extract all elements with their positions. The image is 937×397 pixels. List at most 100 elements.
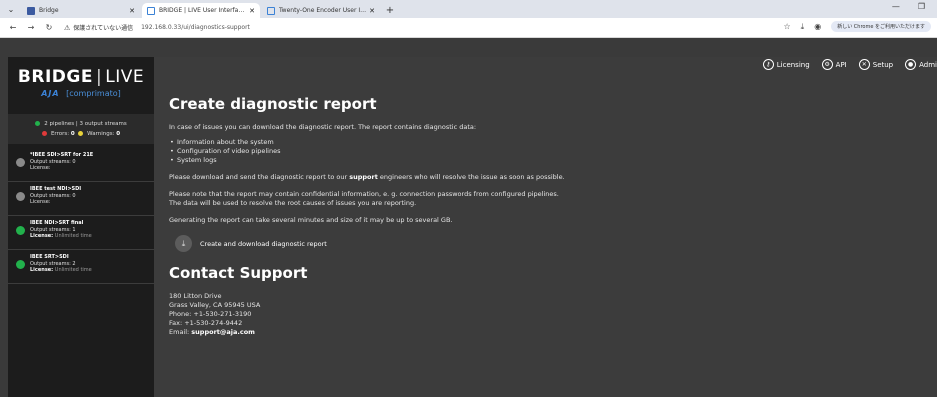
license-label: License: [30, 199, 51, 205]
forward-icon[interactable]: → [24, 23, 38, 32]
close-tab-icon[interactable]: ✕ [369, 7, 375, 15]
system-status: 2 pipelines | 3 output streams Errors: 0… [8, 114, 154, 144]
list-item: Information about the system [169, 138, 909, 147]
warnings-count: 0 [116, 131, 121, 137]
diagnostic-data-list: Information about the system Configurati… [169, 138, 909, 165]
profile-icon[interactable]: ◉ [814, 22, 821, 31]
main-content: ⚷ Licensing ⚙ API ✕ Setup ● Admi Create … [154, 57, 937, 397]
pipeline-license: License: [30, 199, 154, 206]
download-icon[interactable]: ⤓ [801, 22, 805, 32]
browser-toolbar: ← → ↻ ⚠ 保護されていない通信 192.168.0.33/ui/diagn… [0, 18, 937, 38]
pipeline-state-indicator [16, 158, 25, 167]
license-value: Unlimited time [54, 233, 92, 239]
nav-api-label: API [835, 60, 847, 69]
reload-icon[interactable]: ↻ [42, 23, 56, 32]
new-tab-button[interactable]: + [382, 3, 398, 18]
address-bar[interactable]: ⚠ 保護されていない通信 192.168.0.33/ui/diagnostics… [64, 23, 250, 33]
diagnostics-section: Create diagnostic report In case of issu… [169, 95, 909, 337]
errors-count: 0 [70, 131, 75, 137]
usage-note: The data will be used to resolve the roo… [169, 199, 417, 207]
top-navigation: ⚷ Licensing ⚙ API ✕ Setup ● Admi [762, 59, 937, 70]
pipeline-license: License: Unlimited time [30, 233, 154, 240]
warning-icon[interactable]: ⚠ [64, 24, 70, 32]
list-item: Configuration of video pipelines [169, 147, 909, 156]
pipeline-item[interactable]: *IBEE SDI>SRT for 21E Output streams: 0 … [8, 148, 154, 182]
pipeline-state-indicator [16, 226, 25, 235]
bridge-live-logo[interactable]: BRIDGE | LIVE AJA [comprimato] [8, 67, 154, 98]
back-icon[interactable]: ← [6, 23, 20, 32]
nav-setup[interactable]: ✕ Setup [858, 59, 894, 70]
pipeline-summary-text: 2 pipelines | 3 output streams [44, 121, 127, 127]
license-icon: ⚷ [762, 59, 774, 70]
nav-admin-label: Admi [919, 60, 937, 69]
page-title: Create diagnostic report [169, 95, 377, 113]
browser-tab-bridge-live[interactable]: BRIDGE | LIVE User Interface - C ✕ [142, 3, 260, 18]
phone: Phone: +1-530-271-3190 [169, 310, 252, 318]
send-text-post: engineers who will resolve the issue as … [377, 173, 565, 181]
errors-label: Errors: [50, 131, 70, 137]
browser-tab-bridge[interactable]: Bridge ✕ [22, 3, 140, 18]
chrome-update-button[interactable]: 新しい Chrome をご利用いただけます [831, 21, 931, 32]
pipeline-item[interactable]: IBEE SRT>SDI Output streams: 2 License: … [8, 250, 154, 284]
logo-bridge: BRIDGE [17, 67, 93, 87]
favicon-icon [147, 6, 155, 15]
contact-details: 180 Litton Drive Grass Valley, CA 95945 … [169, 292, 909, 337]
security-indicator[interactable]: 保護されていない通信 [73, 23, 133, 32]
close-tab-icon[interactable]: ✕ [129, 7, 135, 15]
email-link[interactable]: support@aja.com [191, 328, 255, 336]
fax: Fax: +1-530-274-9442 [169, 319, 243, 327]
email-label: Email: [169, 328, 192, 336]
license-label: License: [30, 267, 54, 273]
favicon-icon [267, 6, 275, 15]
confidential-note: Please note that the report may contain … [169, 190, 559, 198]
warnings-label: Warnings: [87, 131, 115, 137]
download-icon: ⤓ [175, 235, 192, 252]
tab-search-icon[interactable]: ⌄ [0, 0, 22, 18]
warning-dot [78, 131, 84, 136]
error-dot [41, 131, 47, 136]
favicon-icon [27, 6, 35, 15]
email: Email: support@aja.com [169, 328, 909, 337]
nav-licensing-label: Licensing [776, 60, 810, 69]
license-label: License: [30, 165, 51, 171]
nav-api[interactable]: ⚙ API [821, 59, 847, 70]
pipeline-state-indicator [16, 192, 25, 201]
download-button-label: Create and download diagnostic report [200, 239, 327, 248]
api-icon: ⚙ [821, 59, 833, 70]
logo-separator: | [95, 67, 103, 87]
wrench-icon: ✕ [858, 59, 870, 70]
address-line-1: 180 Litton Drive [169, 292, 222, 300]
tab-title: Bridge [39, 7, 59, 14]
support-link[interactable]: support [349, 173, 378, 181]
browser-tab-strip: ⌄ Bridge ✕ BRIDGE | LIVE User Interface … [0, 0, 937, 18]
restore-icon[interactable]: ❐ [918, 2, 925, 11]
user-icon: ● [905, 59, 917, 70]
pipeline-item[interactable]: IBEE NDI>SRT final Output streams: 1 Lic… [8, 216, 154, 250]
close-tab-icon[interactable]: ✕ [249, 7, 255, 15]
minimize-icon[interactable]: — [892, 2, 900, 11]
send-report-text: Please download and send the diagnostic … [169, 173, 909, 182]
create-download-report-button[interactable]: ⤓ Create and download diagnostic report [175, 235, 909, 252]
license-label: License: [30, 233, 54, 239]
bookmark-star-icon[interactable]: ☆ [784, 22, 791, 31]
tab-title: Twenty-One Encoder User Interf [279, 7, 367, 14]
nav-licensing[interactable]: ⚷ Licensing [762, 59, 810, 70]
pipelines-status-dot [35, 121, 41, 126]
tab-title: BRIDGE | LIVE User Interface - C [159, 7, 247, 14]
window-controls: — ❐ [892, 2, 925, 11]
nav-setup-label: Setup [872, 60, 894, 69]
contact-title: Contact Support [169, 264, 308, 282]
nav-admin[interactable]: ● Admi [905, 59, 937, 70]
logo-subtitle: AJA [comprimato] [8, 89, 154, 98]
url-text[interactable]: 192.168.0.33/ui/diagnostics-support [141, 24, 250, 31]
pipeline-item[interactable]: IBEE test NDI>SDI Output streams: 0 Lice… [8, 182, 154, 216]
browser-tab-twenty-one[interactable]: Twenty-One Encoder User Interf ✕ [262, 3, 380, 18]
send-text-pre: Please download and send the diagnostic … [169, 173, 350, 181]
error-warning-summary: Errors: 0 Warnings: 0 [8, 131, 154, 137]
logo-live: LIVE [105, 67, 145, 87]
toolbar-actions: ☆ ⤓ ◉ 新しい Chrome をご利用いただけます [784, 21, 931, 32]
logo-text: BRIDGE | LIVE [8, 67, 154, 87]
bridge-live-app: BRIDGE | LIVE AJA [comprimato] 2 pipelines… [8, 57, 937, 397]
intro-text: In case of issues you can download the d… [169, 123, 477, 131]
license-value: Unlimited time [54, 267, 92, 273]
